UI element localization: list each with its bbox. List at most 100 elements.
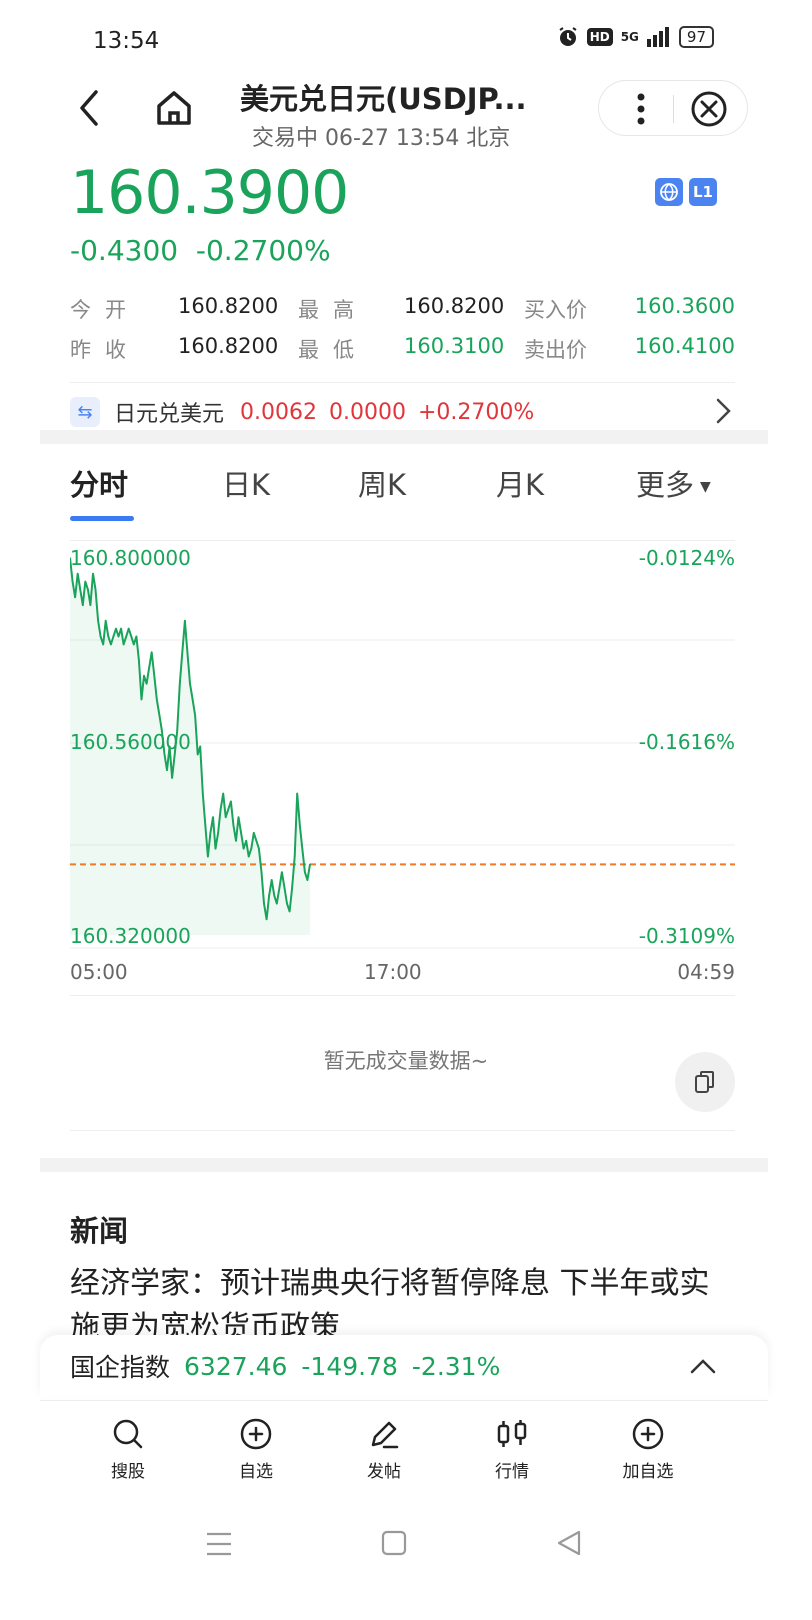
quote-row-1: 今开 160.8200 最高 160.8200 买入价 160.3600 (70, 294, 735, 324)
price-point (120, 627, 122, 630)
alarm-icon (559, 27, 577, 46)
nav-add-watchlist[interactable]: 加自选 (608, 1417, 688, 1482)
price-point (263, 902, 265, 905)
index-ticker[interactable]: 国企指数 6327.46 -149.78 -2.31% (40, 1335, 768, 1397)
ask-value: 160.4100 (634, 334, 735, 358)
price-point (117, 635, 120, 638)
level1-badge[interactable]: L1 (689, 178, 717, 206)
price-point (219, 808, 222, 811)
chevron-left-icon (80, 90, 98, 126)
globe-icon[interactable] (655, 178, 683, 206)
pen-icon (371, 1421, 399, 1449)
cross-rate-price: 0.0062 (240, 399, 317, 425)
price-point (224, 816, 227, 818)
price-point (212, 816, 214, 818)
nav-market[interactable]: 行情 (472, 1417, 552, 1482)
price-change: -0.4300 -0.2700% (70, 234, 331, 267)
tab-monthly-k[interactable]: 月K (496, 462, 544, 504)
price-point (107, 635, 110, 638)
copy-button[interactable] (675, 1052, 735, 1112)
price-point (143, 675, 145, 677)
price-point (97, 620, 99, 622)
price-point (260, 871, 263, 873)
intraday-chart[interactable]: 160.800000 160.560000 160.320000 -0.0124… (70, 540, 735, 1010)
news-section-title: 新闻 (70, 1214, 129, 1248)
badges: L1 (655, 178, 717, 206)
price-point (181, 651, 184, 654)
chevron-up-icon[interactable] (688, 1353, 718, 1379)
more-vertical-icon (637, 93, 645, 125)
status-icons: HD 5G 97 (557, 26, 714, 48)
battery-indicator: 97 (678, 26, 714, 48)
bid-label: 买入价 (524, 298, 587, 322)
tab-more[interactable]: 更多 ▼ (636, 462, 711, 504)
tab-intraday[interactable]: 分时 (70, 462, 128, 504)
bottom-nav: 搜股 自选 发帖 行情 加自选 (40, 1400, 768, 1490)
add-watchlist-icon (240, 1418, 272, 1450)
price-point (71, 580, 74, 583)
home-icon (157, 91, 191, 125)
tab-daily-k[interactable]: 日K (222, 462, 270, 504)
tab-weekly-k[interactable]: 周K (358, 462, 406, 504)
more-button[interactable] (621, 91, 661, 127)
price-point (82, 604, 84, 606)
nav-search-label: 搜股 (111, 1462, 145, 1482)
search-icon (113, 1419, 143, 1449)
price-point (309, 863, 311, 866)
cross-rate-change: 0.0000 (329, 399, 406, 425)
x-tick-start: 05:00 (70, 960, 128, 984)
price-point (150, 651, 153, 654)
caret-down-icon: ▼ (700, 479, 711, 495)
price-point (276, 902, 278, 905)
copy-icon (695, 1071, 714, 1093)
price-point (217, 832, 219, 834)
x-tick-mid: 17:00 (364, 960, 422, 984)
price-point (245, 840, 247, 842)
price-point (84, 580, 87, 583)
divider (70, 995, 735, 996)
price-point (191, 698, 194, 701)
open-value: 160.8200 (178, 294, 279, 318)
y-right-tick-mid: -0.1616% (638, 730, 735, 754)
bid-value: 160.3600 (634, 294, 735, 318)
capsule-divider (673, 95, 674, 123)
price-point (199, 745, 201, 748)
x-tick-end: 04:59 (677, 960, 735, 984)
back-button[interactable] (70, 86, 110, 130)
menu-icon[interactable] (205, 1530, 233, 1558)
price-point (258, 847, 260, 850)
close-circle-icon (691, 91, 727, 127)
cross-rate-row[interactable]: ⇆ 日元兑美元 0.0062 0.0000 +0.2700% (70, 392, 735, 432)
mini-program-capsule (598, 80, 748, 136)
price-point (204, 824, 207, 826)
home-square-icon[interactable] (380, 1529, 408, 1557)
signal-5g: 5G (620, 30, 639, 44)
prev-close-value: 160.8200 (178, 334, 279, 358)
price-point (92, 572, 94, 575)
back-triangle-icon[interactable] (555, 1529, 583, 1557)
cross-rate-change-pct: +0.2700% (417, 399, 535, 425)
price-point (122, 643, 125, 646)
y-left-tick-bottom: 160.320000 (70, 924, 191, 948)
nav-search[interactable]: 搜股 (88, 1417, 168, 1482)
nav-add-watchlist-label: 加自选 (622, 1462, 674, 1482)
nav-watchlist[interactable]: 自选 (216, 1417, 296, 1482)
current-price: 160.3900 (70, 158, 349, 228)
close-button[interactable] (689, 89, 729, 129)
high-label: 最高 (298, 298, 368, 322)
tab-more-label: 更多 (636, 468, 695, 502)
ticker-name: 国企指数 (70, 1353, 171, 1382)
news-headline[interactable]: 经济学家：预计瑞典央行将暂停降息 下半年或实施更为宽松货币政策 (70, 1262, 735, 1344)
divider (70, 382, 735, 383)
ticker-value: 6327.46 (184, 1351, 288, 1381)
status-time: 13:54 (93, 28, 160, 54)
price-point (304, 871, 306, 873)
home-button[interactable] (152, 86, 196, 130)
price-point (306, 879, 309, 881)
nav-post[interactable]: 发帖 (344, 1417, 424, 1482)
high-value: 160.8200 (404, 294, 505, 318)
price-point (209, 832, 212, 834)
price-point (250, 847, 253, 850)
low-value: 160.3100 (404, 334, 505, 358)
price-point (99, 635, 102, 638)
